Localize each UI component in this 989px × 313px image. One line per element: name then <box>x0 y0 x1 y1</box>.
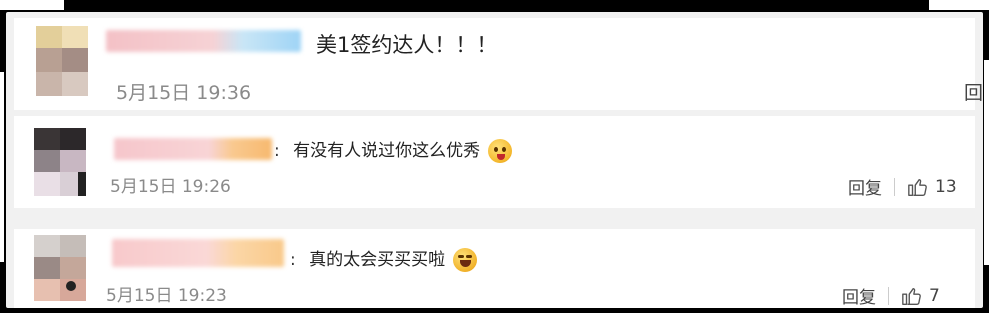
comment-time: 5月15日 19:23 <box>106 286 227 306</box>
comment-item: : 真的太会买买买啦 5月15日 19:23 回复 7 <box>14 229 975 308</box>
thumbs-up-icon[interactable] <box>901 285 923 307</box>
comment-time: 5月15日 19:26 <box>110 177 231 197</box>
username-blurred[interactable] <box>114 138 272 160</box>
divider <box>888 286 889 305</box>
comment-separator: : <box>290 250 296 270</box>
username-blurred[interactable] <box>106 30 301 52</box>
avatar[interactable] <box>34 128 86 196</box>
comment-item: 美1签约达人！！！ 5月15日 19:36 回 <box>14 18 983 110</box>
screenshot-edge-mark-right <box>984 60 989 265</box>
comment-actions: 回 <box>964 78 983 105</box>
screenshot-edge-right <box>929 0 989 10</box>
reply-button[interactable]: 回复 <box>842 283 876 308</box>
thumbs-up-icon[interactable] <box>907 176 929 198</box>
comment-time: 5月15日 19:36 <box>116 82 252 104</box>
comment-body: : 有没有人说过你这么优秀 <box>274 136 512 163</box>
comment-text: 美1签约达人！！！ <box>316 33 498 57</box>
comment-text: 有没有人说过你这么优秀 <box>293 141 481 161</box>
reply-button[interactable]: 回 <box>964 78 983 105</box>
reply-button[interactable]: 回复 <box>848 174 882 199</box>
like-count: 7 <box>929 285 940 306</box>
laughing-crying-emoji-icon <box>452 248 477 272</box>
screenshot-edge-left <box>0 0 64 10</box>
like-count: 13 <box>935 176 957 197</box>
comment-actions: 回复 13 <box>848 174 957 200</box>
comment-actions: 回复 7 <box>842 283 940 309</box>
tongue-emoji-icon <box>487 139 512 163</box>
avatar[interactable] <box>34 235 86 301</box>
avatar[interactable] <box>36 26 88 96</box>
comment-item: : 有没有人说过你这么优秀 5月15日 19:26 回复 13 <box>14 116 975 208</box>
screenshot-edge-mark-left <box>0 72 4 262</box>
username-blurred[interactable] <box>112 239 284 267</box>
comment-list: 美1签约达人！！！ 5月15日 19:36 回 : 有没有人说过你这么优秀 5月… <box>6 12 983 308</box>
comment-body: : 真的太会买买买啦 <box>290 245 477 272</box>
divider <box>894 177 895 196</box>
comment-separator: : <box>274 141 280 161</box>
comment-text: 真的太会买买买啦 <box>309 250 446 270</box>
